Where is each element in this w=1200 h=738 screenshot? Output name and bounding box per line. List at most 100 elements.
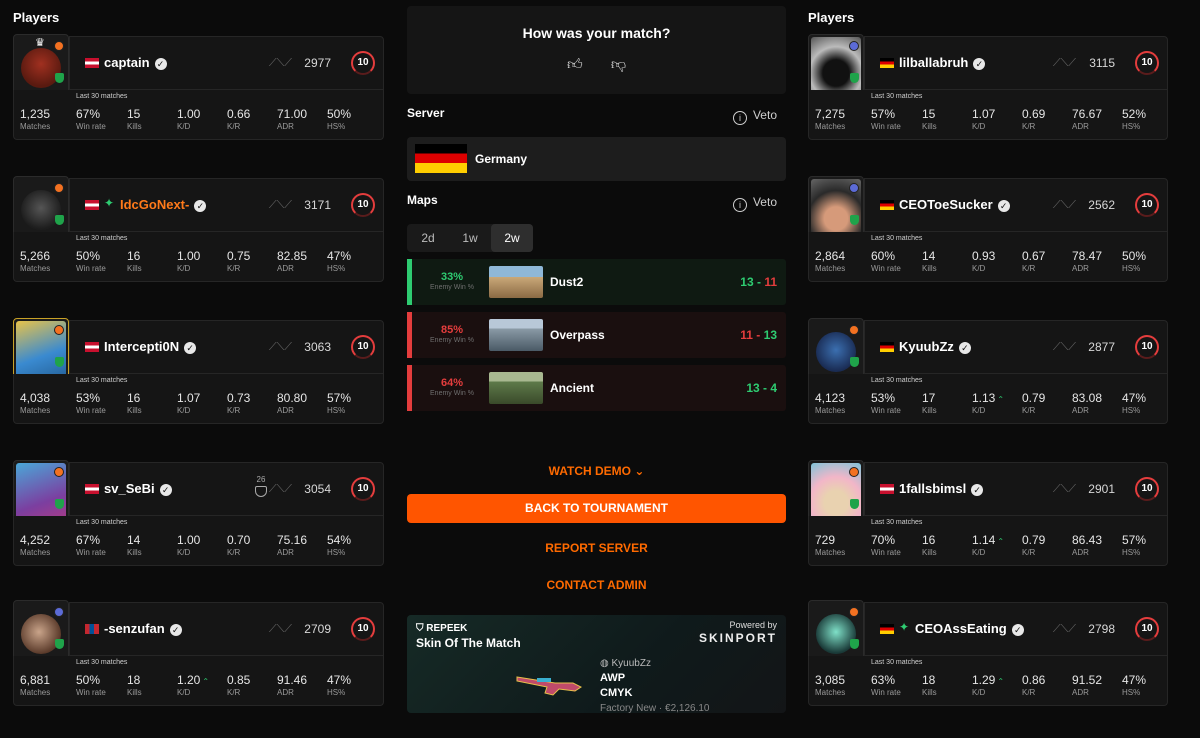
stat-adr: 82.85 [277,249,308,263]
player-name[interactable]: -senzufan ✓ [104,621,182,636]
shield-icon [850,639,859,649]
thumbs-up-icon[interactable]: 👍︎ [567,56,583,74]
player-card[interactable]: sv_SeBi ✓ 26 ⟋⟍⟋ 3054 10 Last 30 matches … [13,460,384,568]
stats-row: Last 30 matches 2,864 Matches 60% Win rate… [808,232,1168,282]
up-arrow-icon: ⌃ [202,677,210,686]
player-name[interactable]: CEOAssEating ✓ [915,621,1024,636]
stat-label: Win rate [871,406,901,415]
stat-label: Kills [922,122,937,131]
stat-hs: 57% [1122,533,1147,547]
skin-owner: ◍ KyuubZz [600,658,651,669]
shield-icon [850,73,859,83]
stat-label: K/R [227,548,241,557]
server-veto[interactable]: i Veto [732,108,777,125]
last30-label: Last 30 matches [76,659,128,666]
player-name[interactable]: IdcGoNext- ✓ [120,197,207,212]
last30-label: Last 30 matches [76,93,128,100]
player-card[interactable]: KyuubZz ✓ ⟋⟍⟋ 2877 10 Last 30 matches 4,1… [808,318,1168,426]
flag-icon [880,58,894,68]
stat-label: Kills [127,688,142,697]
level-dot-icon [54,607,64,617]
stat-label: K/D [972,264,986,273]
level-dot-icon [54,325,64,335]
level-badge: 10 [1135,51,1159,75]
flag-icon [85,342,99,352]
skin-condition: Factory New · €2,126.10 [600,703,710,713]
info-icon: i [732,111,747,125]
enemy-win-label: Enemy Win % [430,284,474,291]
tab-1w[interactable]: 1w [449,224,491,252]
verified-icon: ✓ [973,58,986,70]
stat-kr: 0.79 [1022,533,1046,547]
handshake-badge: 26 [255,475,267,497]
thumbs-down-icon[interactable]: 👎︎ [611,56,626,74]
elo-trend-icon: ⟋⟍⟋ [1052,341,1076,353]
stat-label: Matches [815,406,846,415]
stat-kd: 1.20 ⌃ [177,673,210,687]
stat-hs: 47% [1122,391,1147,405]
tab-2w[interactable]: 2w [491,224,533,252]
player-card[interactable]: ✦ CEOAssEating ✓ ⟋⟍⟋ 2798 10 Last 30 matc… [808,600,1168,708]
elo: 2877 [1088,340,1115,354]
player-name[interactable]: captain ✓ [104,55,167,70]
report-server-link[interactable]: REPORT SERVER [407,541,786,555]
watch-demo-button[interactable]: WATCH DEMO ⌄ [407,464,786,478]
player-card[interactable]: CEOToeSucker ✓ ⟋⟍⟋ 2562 10 Last 30 matche… [808,176,1168,284]
handshake-icon [255,486,267,497]
player-header: CEOToeSucker ✓ ⟋⟍⟋ 2562 10 [864,178,1168,232]
player-card[interactable]: ♛ captain ✓ ⟋⟍⟋ 2977 10 Last 30 matches 1… [13,34,384,142]
avatar-image [21,48,61,88]
loss-bar [407,365,412,411]
player-card[interactable]: lilballabruh ✓ ⟋⟍⟋ 3115 10 Last 30 matche… [808,34,1168,142]
flag-icon [85,624,99,634]
stat-label: Win rate [76,264,106,273]
last30-label: Last 30 matches [871,519,923,526]
avatar-image [816,614,856,654]
stat-hs: 57% [327,391,352,405]
map-name: Ancient [550,381,595,395]
stat-kills: 16 [127,249,141,263]
enemy-win-label: Enemy Win % [430,390,474,397]
stat-label: ADR [1072,406,1089,415]
maps-veto[interactable]: i Veto [732,195,777,212]
stat-label: K/R [227,688,241,697]
shield-icon [55,639,64,649]
stat-label: Matches [20,548,51,557]
stat-kills: 15 [127,107,141,121]
elo: 2901 [1088,482,1115,496]
verified-icon: ✓ [154,58,167,70]
map-row[interactable]: 85% Enemy Win % Overpass 11 - 13 [407,312,786,358]
player-name[interactable]: sv_SeBi ✓ [104,481,172,496]
player-name[interactable]: Intercepti0N ✓ [104,339,197,354]
back-to-tournament-button[interactable]: BACK TO TOURNAMENT [407,494,786,523]
player-name[interactable]: 1fallsbimsl ✓ [899,481,984,496]
stat-adr: 91.52 [1072,673,1103,687]
map-row[interactable]: 64% Enemy Win % Ancient 13 - 4 [407,365,786,411]
tab-2d[interactable]: 2d [407,224,449,252]
player-name[interactable]: lilballabruh ✓ [899,55,986,70]
player-card[interactable]: Intercepti0N ✓ ⟋⟍⟋ 3063 10 Last 30 matche… [13,318,384,426]
stat-adr: 91.46 [277,673,308,687]
chevron-down-icon: ⌄ [634,464,645,478]
stat-kills: 18 [922,673,936,687]
player-header: captain ✓ ⟋⟍⟋ 2977 10 [69,36,384,90]
level-badge: 10 [351,335,375,359]
stat-hs: 54% [327,533,352,547]
period-tabs: 2d 1w 2w [407,224,533,252]
player-card[interactable]: -senzufan ✓ ⟋⟍⟋ 2709 10 Last 30 matches 6… [13,600,384,708]
stat-label: Matches [815,122,846,131]
map-row[interactable]: 33% Enemy Win % Dust2 13 - 11 [407,259,786,305]
player-card[interactable]: 1fallsbimsl ✓ ⟋⟍⟋ 2901 10 Last 30 matches… [808,460,1168,568]
contact-admin-link[interactable]: CONTACT ADMIN [407,578,786,592]
level-badge: 10 [351,51,375,75]
skin-of-the-match-panel[interactable]: ⛉ REPEEK Skin Of The Match Powered by SK… [407,615,786,713]
stat-hs: 50% [1122,249,1147,263]
player-name[interactable]: KyuubZz ✓ [899,339,971,354]
player-card[interactable]: ✦ IdcGoNext- ✓ ⟋⟍⟋ 3171 10 Last 30 matche… [13,176,384,284]
level-dot-icon [849,183,859,193]
player-name[interactable]: CEOToeSucker ✓ [899,197,1010,212]
level-dot-icon [54,183,64,193]
stat-kd: 1.13 ⌃ [972,391,1005,405]
stat-label: Matches [20,688,51,697]
stat-label: K/R [1022,548,1036,557]
